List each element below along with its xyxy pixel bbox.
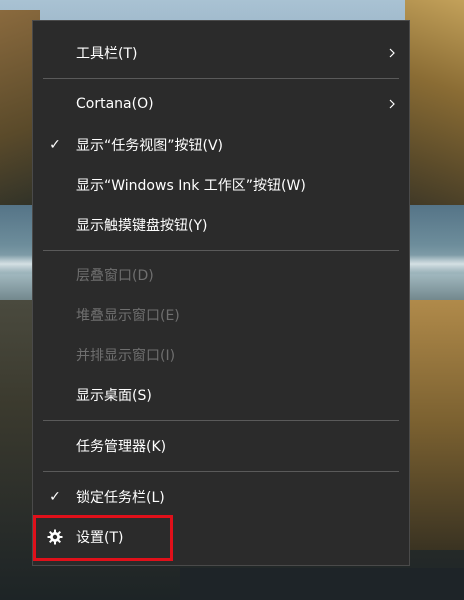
menu-item-label: 显示触摸键盘按钮(Y) <box>76 218 208 234</box>
menu-separator <box>43 250 399 251</box>
menu-item-label: 设置(T) <box>76 530 124 546</box>
menu-item-label: Cortana(O) <box>76 96 154 112</box>
menu-item-lock-taskbar[interactable]: ✓ 锁定任务栏(L) <box>33 479 409 515</box>
menu-item-label: 并排显示窗口(I) <box>76 348 176 364</box>
menu-separator <box>43 78 399 79</box>
menu-item-label: 显示桌面(S) <box>76 388 152 404</box>
menu-item-label: 任务管理器(K) <box>76 439 167 455</box>
menu-item-cortana[interactable]: Cortana(O) <box>33 86 409 122</box>
gear-icon <box>47 529 63 545</box>
menu-item-show-task-view-button[interactable]: ✓ 显示“任务视图”按钮(V) <box>33 127 409 163</box>
menu-item-task-manager[interactable]: 任务管理器(K) <box>33 428 409 464</box>
menu-item-cascade-windows: 层叠窗口(D) <box>33 257 409 293</box>
menu-item-label: 显示“Windows Ink 工作区”按钮(W) <box>76 178 306 194</box>
taskbar-context-menu: 工具栏(T) Cortana(O) ✓ 显示“任务视图”按钮(V) 显示“Win… <box>32 20 410 566</box>
menu-item-side-by-side-windows: 并排显示窗口(I) <box>33 337 409 373</box>
menu-item-settings[interactable]: 设置(T) <box>33 519 409 555</box>
menu-item-show-windows-ink-button[interactable]: 显示“Windows Ink 工作区”按钮(W) <box>33 167 409 203</box>
menu-item-show-desktop[interactable]: 显示桌面(S) <box>33 377 409 413</box>
menu-item-toolbars[interactable]: 工具栏(T) <box>33 35 409 71</box>
checkmark-icon: ✓ <box>49 137 61 153</box>
desktop-background: 工具栏(T) Cortana(O) ✓ 显示“任务视图”按钮(V) 显示“Win… <box>0 0 464 600</box>
chevron-right-icon <box>389 99 395 109</box>
menu-separator <box>43 420 399 421</box>
menu-item-show-touch-keyboard-button[interactable]: 显示触摸键盘按钮(Y) <box>33 207 409 243</box>
menu-item-label: 显示“任务视图”按钮(V) <box>76 138 224 154</box>
menu-item-label: 层叠窗口(D) <box>76 268 154 284</box>
chevron-right-icon <box>389 48 395 58</box>
menu-item-label: 堆叠显示窗口(E) <box>76 308 180 324</box>
taskbar[interactable] <box>180 568 464 600</box>
menu-separator <box>43 471 399 472</box>
menu-item-label: 锁定任务栏(L) <box>76 490 165 506</box>
beach-reflection-scenery <box>408 300 464 550</box>
menu-item-stack-windows: 堆叠显示窗口(E) <box>33 297 409 333</box>
checkmark-icon: ✓ <box>49 489 61 505</box>
menu-item-label: 工具栏(T) <box>76 46 138 62</box>
right-cliff-scenery <box>405 0 464 215</box>
